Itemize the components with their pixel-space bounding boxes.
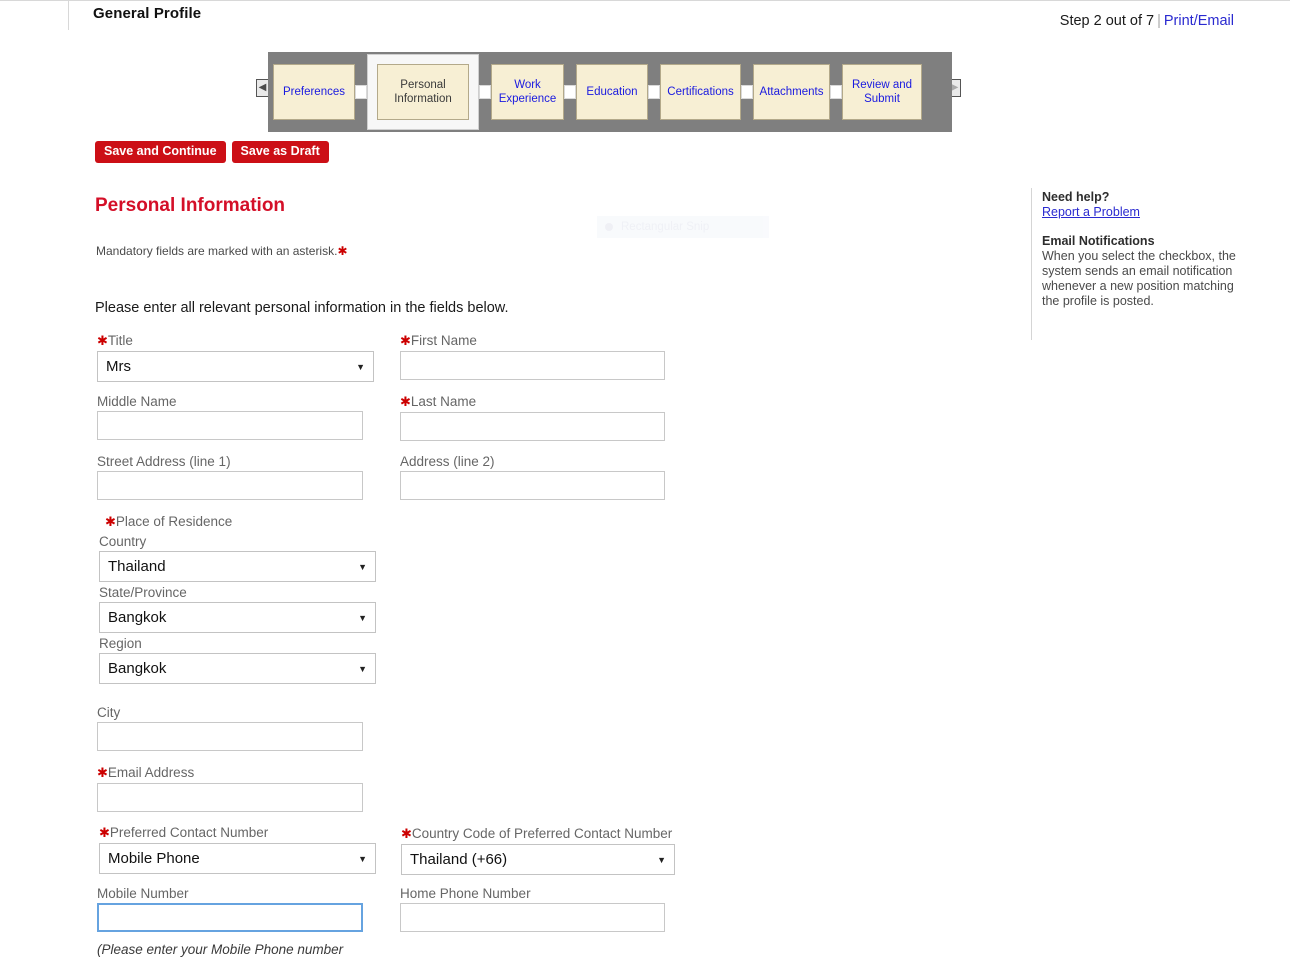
field-title: ✱Title Mrs ▼ <box>97 333 374 382</box>
label-email-address-text: Email Address <box>107 765 195 780</box>
field-preferred-contact-number: ✱Preferred Contact Number Mobile Phone ▼ <box>99 825 376 874</box>
preferred-contact-number-select[interactable]: Mobile Phone ▼ <box>99 843 376 874</box>
email-notifications-title: Email Notifications <box>1042 234 1155 248</box>
required-asterisk-icon: ✱ <box>97 333 108 348</box>
state-province-select-value: Bangkok <box>108 609 167 626</box>
label-last-name-text: Last Name <box>410 394 477 409</box>
label-address-2: Address (line 2) <box>400 454 495 469</box>
label-region: Region <box>99 636 142 651</box>
label-home-phone-number: Home Phone Number <box>400 886 531 901</box>
country-select-value: Thailand <box>108 558 166 575</box>
label-first-name: ✱First Name <box>400 333 665 349</box>
chevron-down-icon: ▼ <box>358 664 367 674</box>
help-panel: Need help? Report a Problem Email Notifi… <box>1042 190 1242 309</box>
title-select[interactable]: Mrs ▼ <box>97 351 374 382</box>
country-code-select[interactable]: Thailand (+66) ▼ <box>401 844 675 875</box>
required-asterisk-icon: ✱ <box>105 514 116 529</box>
required-asterisk-icon: ✱ <box>400 394 411 409</box>
country-select[interactable]: Thailand ▼ <box>99 551 376 582</box>
mobile-number-input[interactable] <box>97 903 363 932</box>
label-email-address: ✱Email Address <box>97 765 363 781</box>
required-asterisk-icon: ✱ <box>401 826 412 841</box>
label-country-code-text: Country Code of Preferred Contact Number <box>411 826 673 841</box>
label-country: Country <box>99 534 147 549</box>
required-asterisk-icon: ✱ <box>97 765 108 780</box>
report-a-problem-link[interactable]: Report a Problem <box>1042 205 1140 219</box>
middle-name-input[interactable] <box>97 411 363 440</box>
label-first-name-text: First Name <box>410 333 477 348</box>
state-province-select[interactable]: Bangkok ▼ <box>99 602 376 633</box>
field-country-code: ✱Country Code of Preferred Contact Numbe… <box>401 826 675 875</box>
title-select-value: Mrs <box>106 358 131 375</box>
field-first-name: ✱First Name <box>400 333 665 380</box>
label-street-address-1: Street Address (line 1) <box>97 454 231 469</box>
label-place-of-residence: ✱Place of Residence <box>105 514 385 530</box>
field-home-phone-number: Home Phone Number <box>400 886 665 932</box>
country-code-select-value: Thailand (+66) <box>410 851 508 868</box>
chevron-down-icon: ▼ <box>657 855 666 865</box>
field-email-address: ✱Email Address <box>97 765 363 812</box>
chevron-down-icon: ▼ <box>356 362 365 372</box>
step-counter-text: Step 2 out of 7 <box>1059 13 1155 29</box>
field-region: Region Bangkok ▼ <box>99 636 376 684</box>
field-street-address-1: Street Address (line 1) <box>97 454 363 500</box>
field-mobile-number: Mobile Number <box>97 886 363 932</box>
chevron-down-icon: ▼ <box>358 562 367 572</box>
label-city: City <box>97 705 121 720</box>
mobile-number-hint: (Please enter your Mobile Phone number <box>97 942 344 957</box>
group-place-of-residence: ✱Place of Residence <box>105 514 385 532</box>
step-separator: | <box>1157 13 1161 29</box>
email-address-input[interactable] <box>97 783 363 812</box>
required-asterisk-icon: ✱ <box>99 825 110 840</box>
label-preferred-contact-number-text: Preferred Contact Number <box>109 825 269 840</box>
print-email-link[interactable]: Print/Email <box>1164 13 1234 29</box>
city-input[interactable] <box>97 722 363 751</box>
label-mobile-number: Mobile Number <box>97 886 189 901</box>
label-title-text: Title <box>107 333 133 348</box>
home-phone-number-input[interactable] <box>400 903 665 932</box>
help-panel-divider <box>1031 188 1032 340</box>
label-preferred-contact-number: ✱Preferred Contact Number <box>99 825 376 841</box>
personal-information-form: ✱Title Mrs ▼ ✱First Name Middle Name ✱Las… <box>0 0 1000 960</box>
step-indicator: Step 2 out of 7 | Print/Email <box>1060 13 1234 29</box>
last-name-input[interactable] <box>400 412 665 441</box>
field-city: City <box>97 705 363 751</box>
need-help-title: Need help? <box>1042 190 1110 204</box>
preferred-contact-number-select-value: Mobile Phone <box>108 850 200 867</box>
first-name-input[interactable] <box>400 351 665 380</box>
field-address-2: Address (line 2) <box>400 454 665 500</box>
chevron-down-icon: ▼ <box>358 613 367 623</box>
label-title: ✱Title <box>97 333 374 349</box>
field-country: Country Thailand ▼ <box>99 534 376 582</box>
street-address-1-input[interactable] <box>97 471 363 500</box>
label-middle-name: Middle Name <box>97 394 177 409</box>
label-place-of-residence-text: Place of Residence <box>115 514 233 529</box>
help-panel-spacer <box>1042 220 1242 234</box>
required-asterisk-icon: ✱ <box>400 333 411 348</box>
region-select-value: Bangkok <box>108 660 167 677</box>
label-last-name: ✱Last Name <box>400 394 665 410</box>
label-country-code: ✱Country Code of Preferred Contact Numbe… <box>401 826 675 842</box>
address-2-input[interactable] <box>400 471 665 500</box>
label-state-province: State/Province <box>99 585 187 600</box>
field-last-name: ✱Last Name <box>400 394 665 441</box>
email-notifications-body: When you select the checkbox, the system… <box>1042 249 1236 308</box>
field-middle-name: Middle Name <box>97 394 363 440</box>
field-state-province: State/Province Bangkok ▼ <box>99 585 376 633</box>
chevron-down-icon: ▼ <box>358 854 367 864</box>
region-select[interactable]: Bangkok ▼ <box>99 653 376 684</box>
